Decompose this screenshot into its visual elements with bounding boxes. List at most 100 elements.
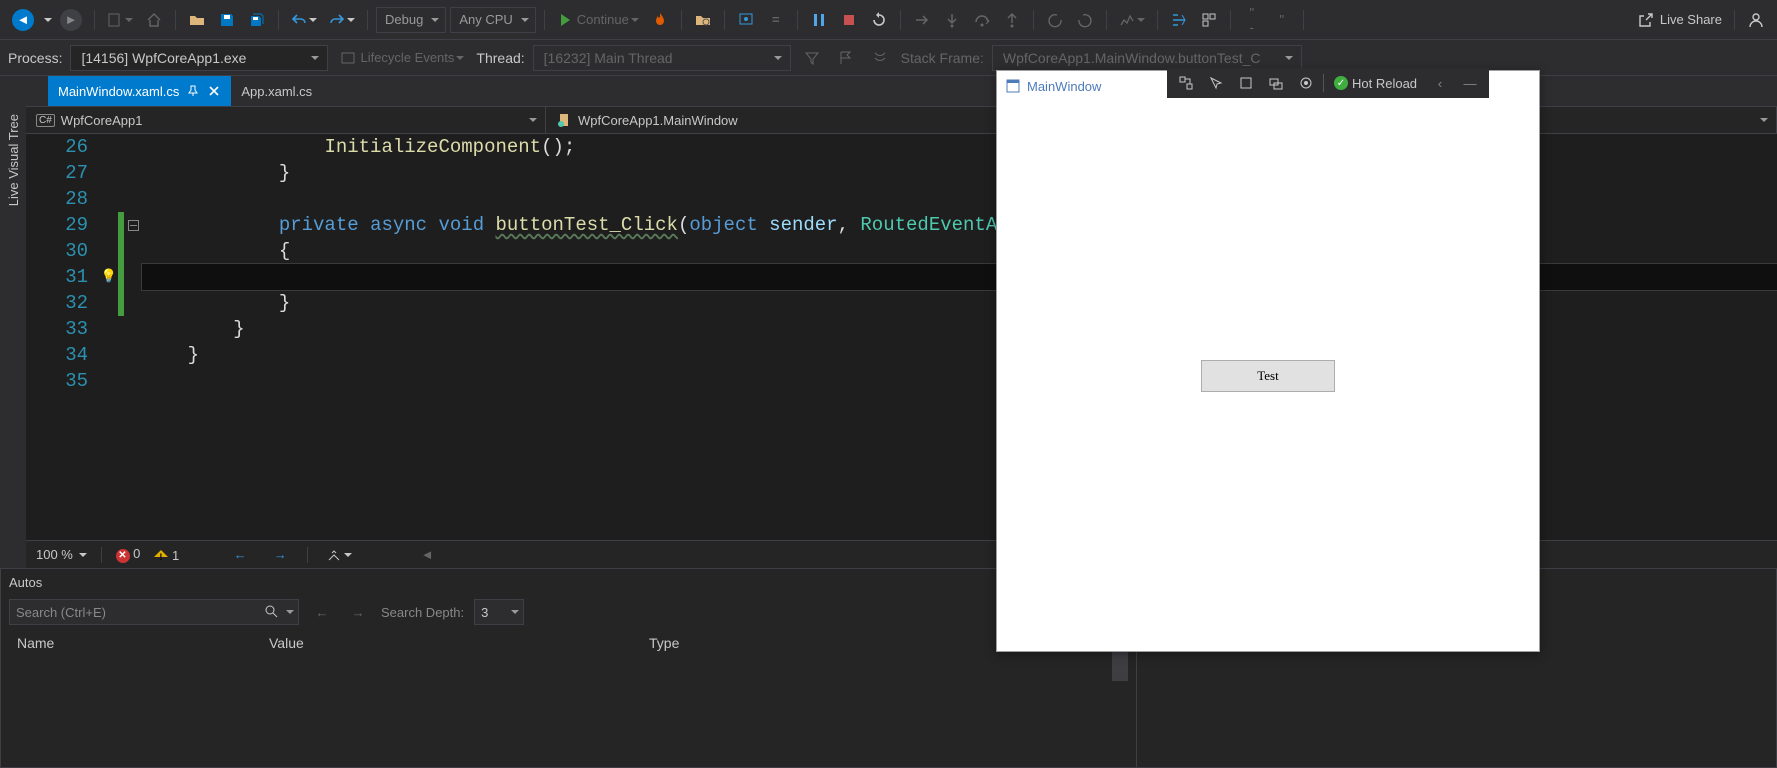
intellitrace-button[interactable] <box>1115 7 1149 33</box>
running-app-window: MainWindow Test <box>996 70 1540 652</box>
step-out-button[interactable] <box>999 7 1025 33</box>
line-number: 28 <box>26 186 100 212</box>
track-focused-element-button[interactable] <box>1263 70 1289 96</box>
uncomment-button[interactable]: " <box>1269 7 1295 33</box>
project-name: WpfCoreApp1 <box>61 113 143 128</box>
line-number: 30 <box>26 238 100 264</box>
thread-value: [16232] Main Thread <box>544 50 673 66</box>
in-app-debug-toolbar: ✓ Hot Reload ‹ — <box>1167 68 1489 98</box>
step-into-button[interactable] <box>939 7 965 33</box>
continue-label: Continue <box>577 12 629 27</box>
search-icon <box>264 604 280 620</box>
side-strip: Live Visual Tree <box>0 76 26 568</box>
go-to-live-visual-tree-button[interactable] <box>1173 70 1199 96</box>
solution-config-dropdown[interactable]: Debug <box>376 7 446 33</box>
home-button[interactable] <box>141 7 167 33</box>
main-toolbar: ◄ ► Debug Any CPU Continue = "- " Live S… <box>0 0 1777 40</box>
save-button[interactable] <box>214 7 240 33</box>
fold-icon[interactable] <box>128 220 139 231</box>
solution-platform-dropdown[interactable]: Any CPU <box>450 7 535 33</box>
search-prev-button[interactable]: ← <box>309 599 335 625</box>
line-number: 26 <box>26 134 100 160</box>
find-in-files-button[interactable] <box>690 7 716 33</box>
new-item-button[interactable] <box>103 7 137 33</box>
prev-issue-button[interactable]: ← <box>227 542 253 568</box>
undo-button[interactable] <box>287 7 321 33</box>
nav-back-dropdown-icon[interactable] <box>44 18 52 26</box>
code-text: InitializeComponent <box>324 136 541 158</box>
select-element-button[interactable] <box>1203 70 1229 96</box>
continue-button[interactable]: Continue <box>553 7 643 33</box>
step-backward-button[interactable] <box>1042 7 1068 33</box>
autos-search-input[interactable]: Search (Ctrl+E) <box>9 599 299 625</box>
app-icon <box>1005 78 1021 94</box>
hot-reload-status[interactable]: ✓ Hot Reload <box>1328 76 1423 91</box>
hot-reload-ok-icon: ✓ <box>1334 76 1348 90</box>
display-layout-adorners-button[interactable] <box>1233 70 1259 96</box>
collapse-toolbar-button[interactable]: ‹ <box>1427 70 1453 96</box>
comment-button[interactable]: "- <box>1239 7 1265 33</box>
text-format-button[interactable]: = <box>763 7 789 33</box>
nav-forward-button[interactable]: ► <box>56 7 86 33</box>
hot-reload-button[interactable] <box>647 7 673 33</box>
tab-app-label: App.xaml.cs <box>241 84 312 99</box>
live-visual-tree-tab[interactable]: Live Visual Tree <box>2 106 25 214</box>
tab-app-xaml-cs[interactable]: App.xaml.cs <box>231 76 322 106</box>
redo-button[interactable] <box>325 7 359 33</box>
open-button[interactable] <box>184 7 210 33</box>
line-number: 27 <box>26 160 100 186</box>
thread-flag-button[interactable] <box>833 45 859 71</box>
test-button[interactable]: Test <box>1201 360 1335 392</box>
minimize-runtime-button[interactable]: — <box>1457 70 1483 96</box>
error-count[interactable]: ✕ 0 <box>116 546 141 563</box>
app-window-title: MainWindow <box>1027 79 1101 94</box>
break-all-button[interactable] <box>806 7 832 33</box>
stackframe-dropdown[interactable]: WpfCoreApp1.MainWindow.buttonTest_C <box>992 45 1302 71</box>
restart-button[interactable] <box>866 7 892 33</box>
stackframe-value: WpfCoreApp1.MainWindow.buttonTest_C <box>1003 50 1261 66</box>
process-dropdown[interactable]: [14156] WpfCoreApp1.exe <box>70 45 328 71</box>
class-icon <box>556 112 572 128</box>
class-name: WpfCoreApp1.MainWindow <box>578 113 738 128</box>
next-issue-button[interactable]: → <box>267 542 293 568</box>
line-number: 29 <box>26 212 100 238</box>
search-depth-value: 3 <box>481 605 488 620</box>
ui-debug-button[interactable] <box>733 7 759 33</box>
tab-mainwindow-label: MainWindow.xaml.cs <box>58 84 179 99</box>
live-share-button[interactable]: Live Share <box>1634 7 1726 33</box>
zoom-dropdown[interactable]: 100 % <box>36 547 87 562</box>
class-view-button[interactable] <box>1196 7 1222 33</box>
warning-count[interactable]: 1 <box>154 546 179 563</box>
search-depth-label: Search Depth: <box>381 605 464 620</box>
tab-mainwindow-xaml-cs[interactable]: MainWindow.xaml.cs <box>48 76 231 106</box>
show-next-statement-button[interactable] <box>909 7 935 33</box>
code-cleanup-button[interactable] <box>322 542 356 568</box>
toggle-runtime-tools-button[interactable] <box>1293 70 1319 96</box>
zoom-value: 100 % <box>36 547 73 562</box>
scroll-left-button[interactable]: ◄ <box>414 542 440 568</box>
search-next-button[interactable]: → <box>345 599 371 625</box>
nav-back-button[interactable]: ◄ <box>8 7 38 33</box>
step-into-specific-button[interactable] <box>1166 7 1192 33</box>
live-share-label: Live Share <box>1660 12 1722 27</box>
pin-icon[interactable] <box>187 85 199 97</box>
lightbulb-icon[interactable]: 💡 <box>101 264 117 290</box>
save-all-button[interactable] <box>244 7 270 33</box>
line-number: 32 <box>26 290 100 316</box>
thread-threads-button[interactable] <box>867 45 893 71</box>
search-depth-dropdown[interactable]: 3 <box>474 599 524 625</box>
step-over-button[interactable] <box>969 7 995 33</box>
autos-col-value[interactable]: Value <box>269 635 649 681</box>
autos-col-name[interactable]: Name <box>9 635 269 681</box>
step-forward-button[interactable] <box>1072 7 1098 33</box>
account-button[interactable] <box>1743 7 1769 33</box>
cs-badge: C# <box>36 114 55 127</box>
thread-filter-button[interactable] <box>799 45 825 71</box>
lifecycle-events-button[interactable]: Lifecycle Events <box>336 45 468 71</box>
autos-search-placeholder: Search (Ctrl+E) <box>16 605 106 620</box>
thread-dropdown[interactable]: [16232] Main Thread <box>533 45 791 71</box>
line-number: 31 <box>26 264 100 290</box>
close-icon[interactable] <box>207 84 221 98</box>
stop-debug-button[interactable] <box>836 7 862 33</box>
project-dropdown[interactable]: C# WpfCoreApp1 <box>26 107 546 133</box>
